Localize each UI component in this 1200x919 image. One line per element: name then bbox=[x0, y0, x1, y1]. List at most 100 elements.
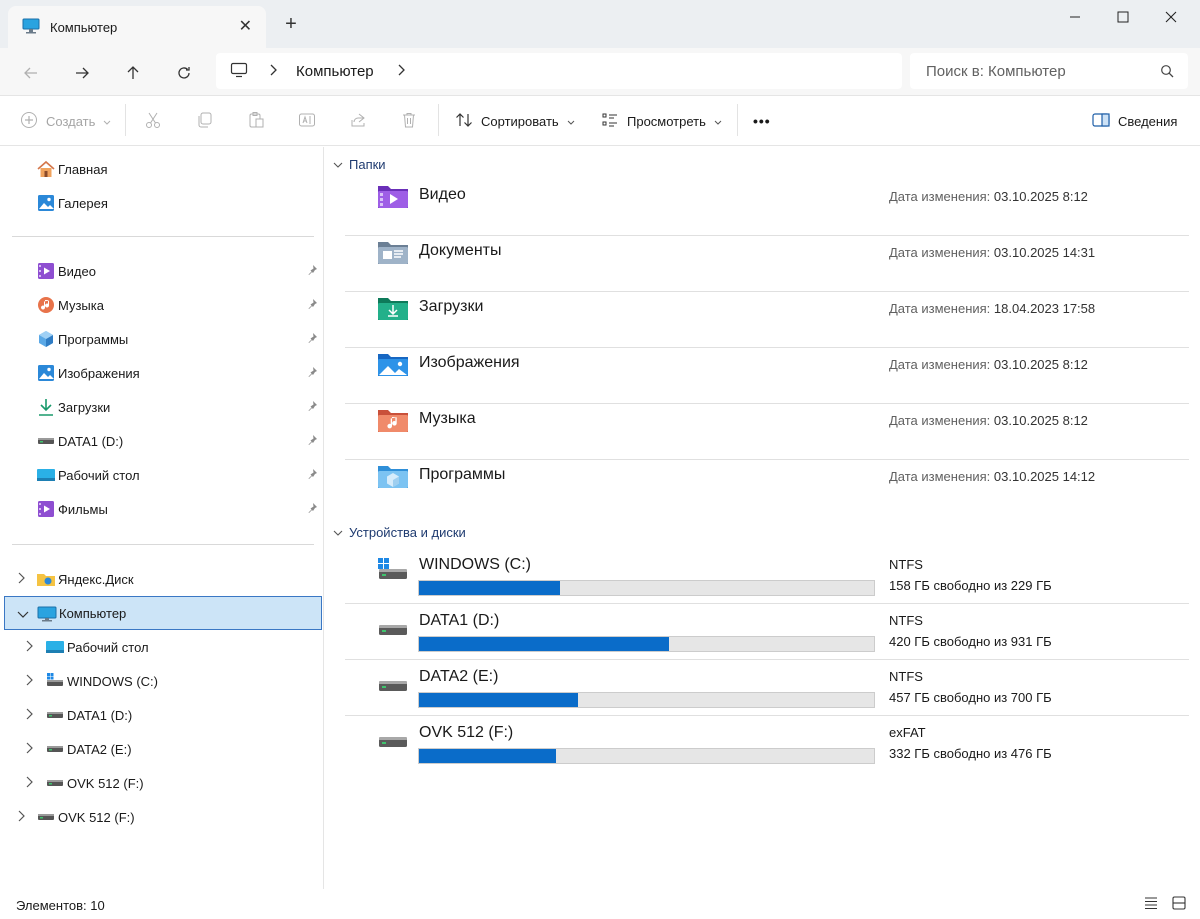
pin-icon[interactable] bbox=[306, 434, 318, 449]
drive-usage-fill bbox=[419, 693, 579, 707]
chevron-right-icon[interactable] bbox=[16, 572, 26, 587]
sidebar-item-desktop[interactable]: Рабочий стол bbox=[4, 458, 322, 492]
pin-icon[interactable] bbox=[306, 332, 318, 347]
pictures-icon bbox=[36, 364, 56, 382]
folder-row-downloads[interactable]: Загрузки Дата изменения: 18.04.2023 17:5… bbox=[345, 281, 1189, 337]
create-button[interactable]: Создать bbox=[20, 108, 111, 134]
folder-row-programs[interactable]: Программы Дата изменения: 03.10.2025 14:… bbox=[345, 449, 1189, 505]
back-button[interactable] bbox=[16, 58, 46, 88]
status-bar: Элементов: 10 bbox=[0, 889, 1200, 919]
close-tab-icon[interactable]: ✕ bbox=[239, 16, 252, 36]
drive-icon bbox=[377, 725, 409, 754]
folder-row-video[interactable]: Видео Дата изменения: 03.10.2025 8:12 bbox=[345, 169, 1189, 225]
date-value: 03.10.2025 14:12 bbox=[993, 469, 1096, 484]
tree-item-ovk512-f[interactable]: OVK 512 (F:) bbox=[4, 766, 322, 800]
sidebar-item-programs[interactable]: Программы bbox=[4, 322, 322, 356]
pin-icon[interactable] bbox=[306, 264, 318, 279]
sidebar-item-gallery[interactable]: Галерея bbox=[4, 186, 322, 220]
chevron-right-icon[interactable] bbox=[24, 708, 34, 723]
drive-icon bbox=[377, 669, 409, 698]
chevron-down-icon[interactable] bbox=[17, 607, 29, 622]
paste-button[interactable] bbox=[247, 108, 265, 134]
sidebar-item-data1[interactable]: DATA1 (D:) bbox=[4, 424, 322, 458]
chevron-right-icon[interactable] bbox=[268, 64, 278, 79]
drive-row-windows-c[interactable]: WINDOWS (C:) NTFS 158 ГБ свободно из 229… bbox=[345, 547, 1189, 603]
delete-button[interactable] bbox=[400, 108, 418, 134]
drive-row-data1-d[interactable]: DATA1 (D:) NTFS 420 ГБ свободно из 931 Г… bbox=[345, 603, 1189, 659]
search-input[interactable]: Поиск в: Компьютер bbox=[910, 53, 1188, 89]
downloads-folder-icon bbox=[377, 295, 409, 324]
folder-row-documents[interactable]: Документы Дата изменения: 03.10.2025 14:… bbox=[345, 225, 1189, 281]
folder-row-pictures[interactable]: Изображения Дата изменения: 03.10.2025 8… bbox=[345, 337, 1189, 393]
tree-item-yandex-disk[interactable]: Яндекс.Диск bbox=[4, 562, 322, 596]
chevron-right-icon[interactable] bbox=[24, 742, 34, 757]
details-button[interactable]: Сведения bbox=[1092, 108, 1177, 134]
sidebar-item-music[interactable]: Музыка bbox=[4, 288, 322, 322]
rename-button[interactable] bbox=[298, 108, 316, 134]
details-view-icon[interactable] bbox=[1143, 895, 1161, 913]
tree-item-computer[interactable]: Компьютер bbox=[4, 596, 322, 630]
drive-row-ovk512-f[interactable]: OVK 512 (F:) exFAT 332 ГБ свободно из 47… bbox=[345, 715, 1189, 771]
chevron-down-icon bbox=[103, 114, 111, 129]
copy-button[interactable] bbox=[196, 108, 214, 134]
up-button[interactable] bbox=[118, 58, 148, 88]
drive-icon bbox=[377, 613, 409, 642]
chevron-right-icon[interactable] bbox=[24, 640, 34, 655]
tree-item-ovk512-f-root[interactable]: OVK 512 (F:) bbox=[4, 800, 322, 834]
create-label: Создать bbox=[46, 113, 96, 129]
sort-button[interactable]: Сортировать bbox=[455, 108, 575, 134]
drive-usage-bar bbox=[418, 636, 875, 652]
sidebar-item-label: Яндекс.Диск bbox=[58, 571, 134, 587]
more-options-button[interactable]: ••• bbox=[753, 108, 771, 134]
chevron-right-icon[interactable] bbox=[396, 64, 406, 79]
sidebar-item-home[interactable]: Главная bbox=[4, 152, 322, 186]
toolbar-divider bbox=[737, 104, 738, 136]
maximize-button[interactable] bbox=[1100, 4, 1146, 32]
chevron-down-icon bbox=[333, 157, 343, 172]
pin-icon[interactable] bbox=[306, 502, 318, 517]
refresh-button[interactable] bbox=[169, 58, 199, 88]
search-placeholder: Поиск в: Компьютер bbox=[926, 62, 1066, 80]
pin-icon[interactable] bbox=[306, 468, 318, 483]
drive-name: DATA1 (D:) bbox=[419, 612, 500, 629]
pin-icon[interactable] bbox=[306, 400, 318, 415]
sidebar-item-pictures[interactable]: Изображения bbox=[4, 356, 322, 390]
drive-usage-bar bbox=[418, 692, 875, 708]
forward-button[interactable] bbox=[67, 58, 97, 88]
cube-icon bbox=[36, 330, 56, 348]
cut-button[interactable] bbox=[144, 108, 162, 134]
tree-item-data2-e[interactable]: DATA2 (E:) bbox=[4, 732, 322, 766]
tree-item-desktop[interactable]: Рабочий стол bbox=[4, 630, 322, 664]
tiles-view-icon[interactable] bbox=[1171, 895, 1189, 913]
date-label: Дата изменения: bbox=[889, 189, 991, 204]
chevron-right-icon[interactable] bbox=[24, 674, 34, 689]
folder-row-music[interactable]: Музыка Дата изменения: 03.10.2025 8:12 bbox=[345, 393, 1189, 449]
navigation-bar: Компьютер Поиск в: Компьютер bbox=[0, 48, 1200, 96]
sidebar-item-label: Программы bbox=[58, 331, 129, 347]
tree-item-data1-d[interactable]: DATA1 (D:) bbox=[4, 698, 322, 732]
pin-icon[interactable] bbox=[306, 298, 318, 313]
close-window-button[interactable] bbox=[1148, 4, 1194, 32]
group-header-drives[interactable]: Устройства и диски bbox=[333, 525, 466, 540]
minimize-button[interactable] bbox=[1052, 4, 1098, 32]
tab-computer[interactable]: Компьютер ✕ bbox=[8, 6, 266, 48]
drive-row-data2-e[interactable]: DATA2 (E:) NTFS 457 ГБ свободно из 700 Г… bbox=[345, 659, 1189, 715]
video-folder-icon bbox=[377, 183, 409, 212]
desktop-icon bbox=[36, 466, 56, 484]
chevron-right-icon[interactable] bbox=[24, 776, 34, 791]
sidebar-divider bbox=[12, 236, 314, 237]
sidebar-item-downloads[interactable]: Загрузки bbox=[4, 390, 322, 424]
view-button[interactable]: Просмотреть bbox=[601, 108, 722, 134]
sidebar-item-label: DATA2 (E:) bbox=[67, 741, 132, 757]
share-button[interactable] bbox=[349, 108, 367, 134]
folder-name: Музыка bbox=[419, 410, 476, 427]
chevron-right-icon[interactable] bbox=[16, 810, 26, 825]
sidebar-item-films[interactable]: Фильмы bbox=[4, 492, 322, 526]
tree-item-windows-c[interactable]: WINDOWS (C:) bbox=[4, 664, 322, 698]
sidebar-item-video[interactable]: Видео bbox=[4, 254, 322, 288]
breadcrumb-computer[interactable]: Компьютер bbox=[296, 63, 374, 80]
monitor-icon bbox=[230, 62, 248, 81]
pin-icon[interactable] bbox=[306, 366, 318, 381]
address-bar[interactable]: Компьютер bbox=[216, 53, 902, 89]
new-tab-button[interactable]: + bbox=[278, 12, 304, 38]
